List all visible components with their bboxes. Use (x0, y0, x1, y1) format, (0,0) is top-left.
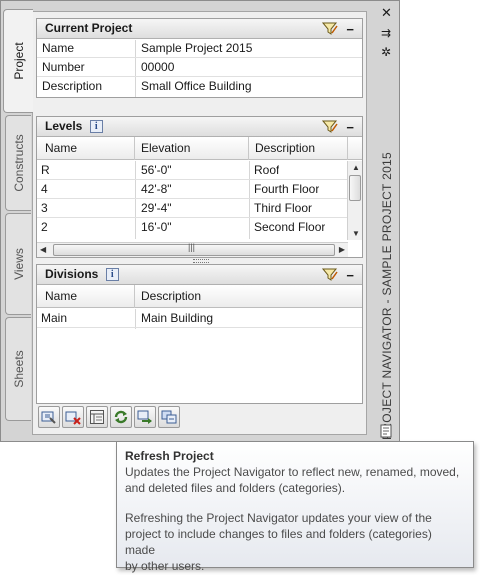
palette-title-bar[interactable]: ✕ ⇉ ✲ PROJECT NAVIGATOR - SAMPLE PROJECT… (373, 1, 401, 443)
repath-project-button[interactable] (134, 406, 156, 428)
level-name: 3 (41, 201, 48, 215)
level-elevation: 56'-0" (141, 163, 172, 177)
divisions-header[interactable]: Divisions i − (37, 265, 362, 285)
column-header-name[interactable]: Name (37, 285, 135, 308)
column-header-description[interactable]: Description (249, 137, 348, 160)
horizontal-scroll-thumb[interactable]: ||| (53, 242, 335, 256)
division-name: Main (41, 311, 68, 325)
property-value: Small Office Building (141, 79, 252, 93)
refresh-project-icon (114, 410, 128, 424)
levels-horizontal-scrollbar[interactable]: ◀ ||| ▶ (37, 242, 348, 257)
column-header-description[interactable]: Description (135, 285, 362, 308)
project-browser-button[interactable] (38, 406, 60, 428)
tab-project[interactable]: Project (3, 9, 33, 113)
column-header-elevation[interactable]: Elevation (135, 137, 249, 160)
info-icon[interactable]: i (105, 268, 119, 281)
filter-icon[interactable] (322, 268, 338, 282)
vertical-scroll-thumb[interactable] (349, 175, 361, 201)
property-label: Number (42, 60, 85, 74)
synchronize-project-icon (161, 410, 177, 424)
filter-icon[interactable] (322, 22, 338, 36)
info-icon[interactable]: i (89, 120, 103, 133)
table-row[interactable]: R 56'-0" Roof (37, 161, 348, 180)
tab-constructs[interactable]: Constructs (5, 115, 31, 211)
tab-sheets[interactable]: Sheets (5, 317, 31, 421)
property-row[interactable]: Number 00000 (37, 58, 362, 77)
tooltip-text: Updates the Project Navigator to reflect… (125, 465, 460, 479)
auto-hide-icon[interactable]: ⇉ (381, 26, 391, 40)
scroll-up-arrow-icon[interactable]: ▲ (352, 163, 360, 172)
level-elevation: 29'-4" (141, 201, 172, 215)
tooltip-title: Refresh Project (125, 449, 214, 463)
close-project-icon (65, 411, 81, 425)
collapse-icon[interactable]: − (346, 118, 354, 137)
levels-vertical-scrollbar[interactable]: ▲ ▼ (347, 161, 362, 240)
table-row[interactable]: 4 42'-8" Fourth Floor (37, 180, 348, 199)
level-name: R (41, 163, 50, 177)
tooltip-text: and deleted files and folders (categorie… (125, 481, 346, 495)
level-elevation: 42'-8" (141, 182, 172, 196)
divisions-column-header: Name Description (37, 285, 362, 308)
level-elevation: 16'-0" (141, 220, 172, 234)
refresh-project-button[interactable] (110, 406, 132, 428)
property-label: Name (42, 41, 75, 55)
synchronize-project-button[interactable] (158, 406, 180, 428)
navigator-content: Current Project − Name Sample Project 20… (32, 11, 367, 435)
tab-views[interactable]: Views (5, 213, 31, 315)
level-name: 4 (41, 182, 48, 196)
tab-constructs-label: Constructs (11, 134, 26, 192)
collapse-icon[interactable]: − (346, 20, 354, 39)
levels-panel: Levels i − Name Elevation Description R … (36, 116, 363, 258)
close-project-button[interactable] (62, 406, 84, 428)
refresh-project-tooltip: Refresh Project Updates the Project Navi… (116, 441, 474, 573)
filter-icon[interactable] (322, 120, 338, 134)
panel-splitter[interactable] (193, 259, 209, 263)
divisions-panel: Divisions i − Name Description Main Main… (36, 264, 363, 404)
tab-sheets-label: Sheets (11, 350, 26, 388)
property-value: 00000 (141, 60, 175, 74)
project-navigator-palette: Project Constructs Views Sheets Current … (0, 0, 400, 442)
level-description: Third Floor (254, 201, 313, 215)
project-properties-icon (90, 410, 104, 424)
tooltip-text: project to include changes to files and … (125, 527, 432, 557)
scroll-left-arrow-icon[interactable]: ◀ (40, 245, 46, 254)
close-palette-icon[interactable]: ✕ (381, 5, 392, 21)
property-row[interactable]: Name Sample Project 2015 (37, 39, 362, 58)
collapse-icon[interactable]: − (346, 266, 354, 285)
level-description: Roof (254, 163, 280, 177)
scroll-right-arrow-icon[interactable]: ▶ (339, 245, 345, 254)
project-info-icon[interactable] (380, 424, 394, 438)
current-project-header[interactable]: Current Project − (37, 19, 362, 39)
tooltip-text: Refreshing the Project Navigator updates… (125, 511, 432, 525)
scroll-down-arrow-icon[interactable]: ▼ (352, 229, 360, 238)
tooltip-text: by other users. (125, 559, 205, 573)
tab-project-label: Project (11, 42, 26, 80)
current-project-title: Current Project (45, 21, 133, 35)
property-value: Sample Project 2015 (141, 41, 253, 55)
levels-header[interactable]: Levels i − (37, 117, 362, 137)
property-label: Description (42, 79, 103, 93)
level-description: Fourth Floor (254, 182, 320, 196)
properties-menu-icon[interactable]: ✲ (381, 45, 391, 59)
project-properties-button[interactable] (86, 406, 108, 428)
table-row[interactable]: 3 29'-4" Third Floor (37, 199, 348, 218)
table-row[interactable]: Main Main Building (37, 309, 362, 328)
levels-column-header: Name Elevation Description (37, 137, 362, 160)
repath-project-icon (137, 410, 152, 424)
palette-title: PROJECT NAVIGATOR - SAMPLE PROJECT 2015 (380, 152, 394, 440)
division-description: Main Building (141, 311, 214, 325)
column-header-name[interactable]: Name (37, 137, 135, 160)
level-description: Second Floor (254, 220, 326, 234)
property-row[interactable]: Description Small Office Building (37, 77, 362, 96)
level-name: 2 (41, 220, 48, 234)
current-project-panel: Current Project − Name Sample Project 20… (36, 18, 363, 98)
divisions-title: Divisions (45, 267, 99, 281)
table-row[interactable]: 2 16'-0" Second Floor (37, 218, 348, 237)
tab-views-label: Views (11, 248, 26, 280)
project-browser-icon (41, 411, 56, 424)
levels-title: Levels (45, 119, 83, 133)
